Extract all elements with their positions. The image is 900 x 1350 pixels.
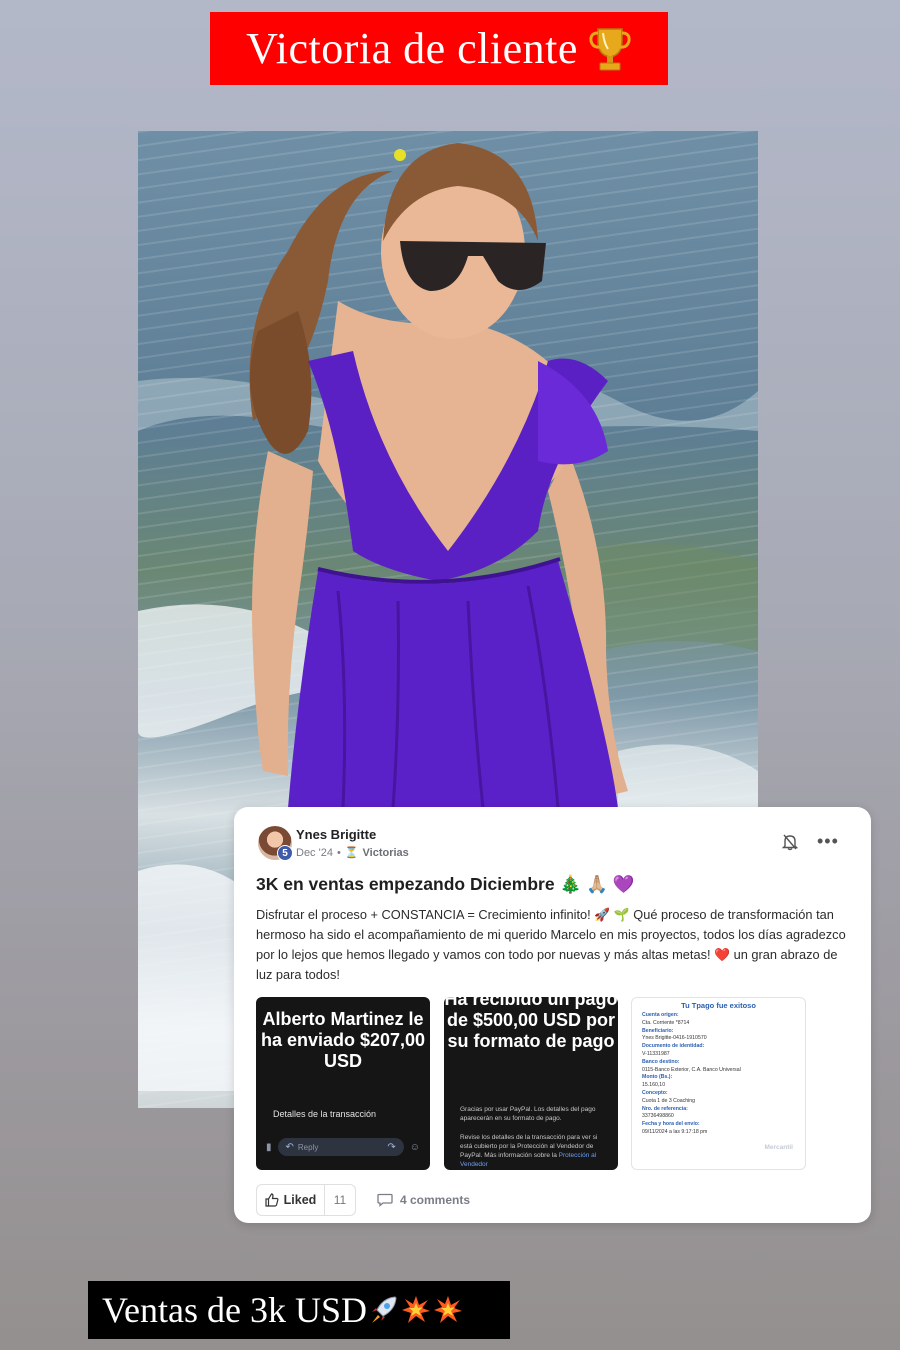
post-meta: Dec '24 • ⏳ Victorias xyxy=(296,846,409,860)
attachment-2-paragraph-1: Gracias por usar PayPal. Los detalles de… xyxy=(460,1106,596,1122)
receipt-value: 0115-Banco Exterior, C.A. Banco Universa… xyxy=(642,1066,741,1073)
comments-link[interactable]: 4 comments xyxy=(377,1184,470,1216)
comments-label: 4 comments xyxy=(400,1193,471,1207)
meta-separator: • xyxy=(336,846,341,859)
receipt-label: Concepto: xyxy=(642,1089,668,1096)
transaction-details-link: Detalles de la transacción xyxy=(273,1109,377,1119)
level-badge: 5 xyxy=(277,845,293,861)
bell-off-icon[interactable] xyxy=(782,833,798,851)
comment-icon xyxy=(377,1193,393,1207)
post-title: 3K en ventas empezando Diciembre 🎄 🙏🏼 💜 xyxy=(256,874,635,894)
attachment-payment-1[interactable]: Alberto Martinez le ha enviado $207,00 U… xyxy=(256,997,430,1170)
author-name[interactable]: Ynes Brigitte xyxy=(296,827,376,842)
bottom-caption: Ventas de 3k USD xyxy=(102,1290,367,1330)
post-date: Dec '24 xyxy=(296,846,333,859)
receipt-label: Banco destino: xyxy=(642,1058,680,1065)
reply-bar: ▮ ↶ Reply ↷ ☺ xyxy=(266,1137,420,1157)
trophy-icon xyxy=(589,27,631,70)
receipt-value: 15.160,10 xyxy=(642,1082,666,1089)
receipt-label: Nro. de referencia: xyxy=(642,1105,688,1112)
receipt-label: Cuenta origen: xyxy=(642,1012,679,1018)
thumbs-up-icon xyxy=(265,1193,279,1207)
more-options-icon[interactable]: ••• xyxy=(817,832,839,850)
explosion-icon xyxy=(433,1296,462,1323)
post-category[interactable]: Victorias xyxy=(363,847,409,859)
attachment-payment-2[interactable]: Ha recibido un pago de $500,00 USD por s… xyxy=(444,997,618,1170)
attachment-payment-3[interactable]: Tu Tpago fue exitoso Cuenta origen: Cta.… xyxy=(631,997,806,1170)
bottom-banner: Ventas de 3k USD xyxy=(88,1281,510,1339)
receipt-label: Fecha y hora del envío: xyxy=(642,1121,700,1128)
receipt-title: Tu Tpago fue exitoso xyxy=(681,1001,756,1010)
receipt-value: V-11331987 xyxy=(642,1050,670,1057)
emoji-icon: ☺ xyxy=(409,1141,420,1153)
hourglass-icon: ⏳ xyxy=(344,847,359,859)
receipt-label: Documento de identidad: xyxy=(642,1043,705,1050)
reply-label: Reply xyxy=(297,1142,319,1152)
rocket-icon xyxy=(371,1296,397,1323)
explosion-icon xyxy=(401,1296,430,1323)
reply-arrow-icon: ↶ xyxy=(285,1141,294,1153)
receipt-value: Ynes Brigitte-0416-1910570 xyxy=(642,1035,707,1042)
story-title: Victoria de cliente xyxy=(246,24,578,73)
receipt-label: Monto (Bs.): xyxy=(642,1074,673,1081)
receipt-value: 09/11/2024 a las 9:17:18 pm xyxy=(642,1128,708,1135)
receipt-label: Beneficiario: xyxy=(642,1027,674,1034)
like-count[interactable]: 11 xyxy=(324,1184,356,1216)
receipt-details: Cuenta origen: Cta. Corriente *8714 Bene… xyxy=(642,1012,800,1137)
attachment-2-headline: Ha recibido un pago de $500,00 USD por s… xyxy=(444,997,618,1051)
forward-arrow-icon: ↷ xyxy=(387,1141,396,1153)
attachment-2-paragraph-2: Revise los detalles de la transacción pa… xyxy=(460,1133,602,1169)
reply-field: ↶ Reply ↷ xyxy=(277,1138,404,1156)
receipt-value: Cuota 1 de 3 Coaching xyxy=(642,1097,696,1104)
top-banner: Victoria de cliente xyxy=(210,12,668,85)
like-button[interactable]: Liked xyxy=(256,1184,324,1216)
like-label: Liked xyxy=(283,1193,317,1207)
paperclip-icon: ▮ xyxy=(266,1141,272,1153)
community-post-card[interactable]: 5 Ynes Brigitte Dec '24 • ⏳ Victorias ••… xyxy=(234,807,871,1223)
post-body: Disfrutar el proceso + CONSTANCIA = Crec… xyxy=(256,907,846,982)
attachment-1-headline: Alberto Martinez le ha enviado $207,00 U… xyxy=(260,1009,426,1071)
bank-logo: Mercantil xyxy=(764,1144,793,1151)
receipt-value: 33736498860 xyxy=(642,1113,674,1120)
receipt-value: Cta. Corriente *8714 xyxy=(642,1019,690,1026)
